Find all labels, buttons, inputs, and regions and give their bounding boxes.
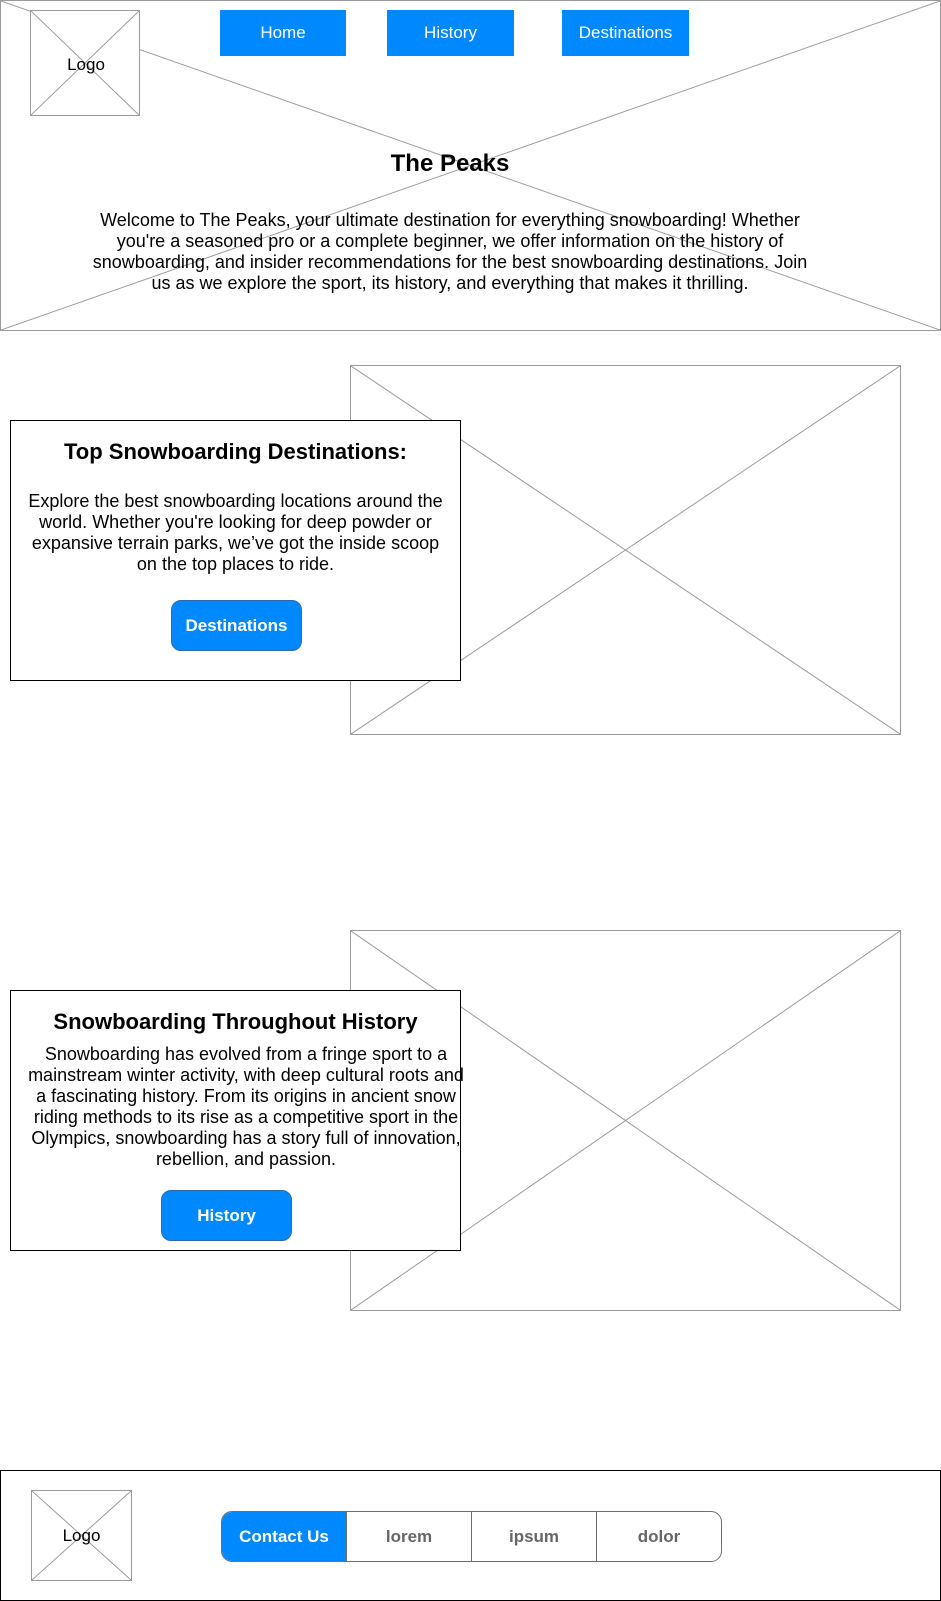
history-card: Snowboarding Throughout History Snowboar… — [10, 990, 464, 1251]
footer-lorem-link[interactable]: lorem — [346, 1512, 471, 1561]
history-text: Snowboarding has evolved from a fringe s… — [28, 1044, 464, 1169]
page-title: The Peaks — [390, 150, 510, 177]
footer-contact-us-link[interactable]: Contact Us — [222, 1512, 346, 1561]
history-button[interactable]: History — [161, 1190, 292, 1241]
destinations-heading: Top Snowboarding Destinations: — [63, 439, 408, 464]
nav-destinations-button[interactable]: Destinations — [562, 10, 689, 56]
footer-logo-label: Logo — [62, 1526, 101, 1545]
footer-logo[interactable]: Logo — [31, 1490, 132, 1581]
footer-dolor-link[interactable]: dolor — [596, 1512, 721, 1561]
nav-history-button[interactable]: History — [387, 10, 514, 56]
destinations-text: Explore the best snowboarding locations … — [28, 491, 443, 574]
header-logo[interactable]: Logo — [30, 10, 140, 116]
footer: Logo Contact Us lorem ipsum dolor — [0, 1470, 941, 1601]
nav-home-button[interactable]: Home — [220, 10, 346, 56]
destinations-button[interactable]: Destinations — [171, 600, 302, 651]
history-heading: Snowboarding Throughout History — [53, 1009, 418, 1034]
destinations-card: Top Snowboarding Destinations: Explore t… — [10, 420, 461, 681]
header-logo-label: Logo — [67, 55, 105, 74]
hero-intro-text: Welcome to The Peaks, your ultimate dest… — [92, 210, 808, 293]
footer-nav: Contact Us lorem ipsum dolor — [221, 1511, 722, 1562]
footer-ipsum-link[interactable]: ipsum — [471, 1512, 596, 1561]
